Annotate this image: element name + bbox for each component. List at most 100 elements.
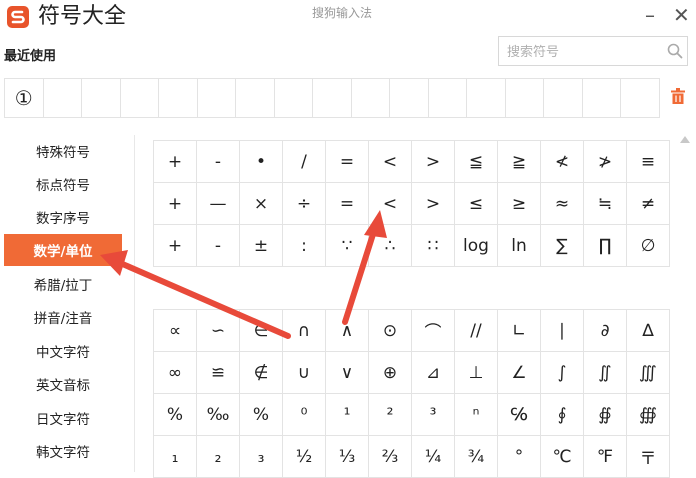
symbol-cell[interactable]: =: [325, 182, 369, 225]
symbol-cell[interactable]: ⌒: [411, 309, 455, 352]
sidebar-item-punctuation[interactable]: 标点符号: [4, 168, 122, 200]
sidebar-item-korean-chars[interactable]: 韩文字符: [4, 435, 122, 467]
search-box[interactable]: [498, 36, 688, 66]
symbol-cell[interactable]: ≥: [497, 182, 541, 225]
symbol-cell[interactable]: ⁿ: [454, 393, 498, 436]
symbol-cell[interactable]: ∪: [282, 351, 326, 394]
recent-symbol-cell[interactable]: [621, 79, 660, 117]
symbol-cell[interactable]: ×: [239, 182, 283, 225]
symbol-cell[interactable]: ∮: [540, 393, 584, 436]
symbol-cell[interactable]: 〒: [626, 435, 670, 478]
symbol-cell[interactable]: °: [497, 435, 541, 478]
close-button[interactable]: ✕: [673, 4, 690, 26]
symbol-cell[interactable]: ⅓: [325, 435, 369, 478]
recent-symbol-cell[interactable]: [544, 79, 583, 117]
symbol-cell[interactable]: ∯: [583, 393, 627, 436]
symbol-cell[interactable]: ∨: [325, 351, 369, 394]
recent-symbol-cell[interactable]: [275, 79, 313, 117]
symbol-cell[interactable]: ≡: [626, 140, 670, 183]
symbol-cell[interactable]: ²: [368, 393, 412, 436]
symbol-cell[interactable]: ∏: [583, 224, 627, 267]
symbol-cell[interactable]: +: [153, 140, 197, 183]
symbol-cell[interactable]: ⊥: [454, 351, 498, 394]
recent-symbol-cell[interactable]: [506, 79, 544, 117]
symbol-cell[interactable]: ℉: [583, 435, 627, 478]
symbol-cell[interactable]: <: [368, 140, 412, 183]
recent-symbol-cell[interactable]: [352, 79, 390, 117]
symbol-cell[interactable]: >: [411, 182, 455, 225]
sidebar-item-math-units[interactable]: 数学/单位: [4, 234, 122, 266]
recent-symbol-cell[interactable]: [82, 79, 121, 117]
search-icon[interactable]: [667, 43, 683, 59]
symbol-cell[interactable]: ≯: [583, 140, 627, 183]
symbol-cell[interactable]: ⁰: [282, 393, 326, 436]
recent-symbol-cell[interactable]: [429, 79, 467, 117]
sidebar-item-english-phonetics[interactable]: 英文音标: [4, 368, 122, 400]
symbol-cell[interactable]: /: [282, 140, 326, 183]
symbol-cell[interactable]: ∰: [626, 393, 670, 436]
minimize-button[interactable]: –: [645, 4, 655, 26]
symbol-cell[interactable]: -: [196, 224, 240, 267]
symbol-cell[interactable]: %: [239, 393, 283, 436]
symbol-cell[interactable]: ∴: [368, 224, 412, 267]
symbol-cell[interactable]: ÷: [282, 182, 326, 225]
recent-symbol-cell[interactable]: ①: [5, 79, 44, 117]
symbol-cell[interactable]: ∟: [497, 309, 541, 352]
symbol-cell[interactable]: ℃: [540, 435, 584, 478]
sidebar-item-japanese-chars[interactable]: 日文字符: [4, 402, 122, 434]
recent-symbol-cell[interactable]: [583, 79, 621, 117]
symbol-cell[interactable]: ∅: [626, 224, 670, 267]
symbol-cell[interactable]: ⊕: [368, 351, 412, 394]
symbol-cell[interactable]: ≠: [626, 182, 670, 225]
symbol-cell[interactable]: ≧: [497, 140, 541, 183]
trash-icon[interactable]: [671, 88, 685, 104]
symbol-cell[interactable]: ½: [282, 435, 326, 478]
sidebar-item-greek-latin[interactable]: 希腊/拉丁: [4, 268, 122, 300]
symbol-cell[interactable]: ≌: [196, 351, 240, 394]
recent-symbol-cell[interactable]: [121, 79, 159, 117]
recent-symbol-cell[interactable]: [198, 79, 236, 117]
symbol-cell[interactable]: ₃: [239, 435, 283, 478]
symbol-cell[interactable]: ℅: [497, 393, 541, 436]
symbol-cell[interactable]: •: [239, 140, 283, 183]
symbol-cell[interactable]: ∆: [626, 309, 670, 352]
symbol-cell[interactable]: ±: [239, 224, 283, 267]
symbol-cell[interactable]: ∭: [626, 351, 670, 394]
symbol-cell[interactable]: >: [411, 140, 455, 183]
symbol-cell[interactable]: ∑: [540, 224, 584, 267]
symbol-cell[interactable]: ∉: [239, 351, 283, 394]
recent-symbol-cell[interactable]: [236, 79, 275, 117]
symbol-cell[interactable]: ‰: [196, 393, 240, 436]
symbol-cell[interactable]: ∽: [196, 309, 240, 352]
symbol-cell[interactable]: +: [153, 224, 197, 267]
symbol-cell[interactable]: ∈: [239, 309, 283, 352]
symbol-cell[interactable]: ¼: [411, 435, 455, 478]
symbol-cell[interactable]: ∣: [540, 309, 584, 352]
symbol-cell[interactable]: log: [454, 224, 498, 267]
symbol-cell[interactable]: ∞: [153, 351, 197, 394]
symbol-cell[interactable]: ₂: [196, 435, 240, 478]
symbol-cell[interactable]: ln: [497, 224, 541, 267]
symbol-cell[interactable]: ≮: [540, 140, 584, 183]
symbol-cell[interactable]: :: [282, 224, 326, 267]
symbol-cell[interactable]: ₁: [153, 435, 197, 478]
symbol-cell[interactable]: ∬: [583, 351, 627, 394]
symbol-cell[interactable]: ∝: [153, 309, 197, 352]
sidebar-item-special-symbols[interactable]: 特殊符号: [4, 135, 122, 167]
symbol-cell[interactable]: ≈: [540, 182, 584, 225]
symbol-cell[interactable]: ¾: [454, 435, 498, 478]
symbol-cell[interactable]: +: [153, 182, 197, 225]
symbol-cell[interactable]: //: [454, 309, 498, 352]
recent-symbol-cell[interactable]: [390, 79, 429, 117]
scroll-up-icon[interactable]: [680, 135, 690, 143]
symbol-cell[interactable]: ∫: [540, 351, 584, 394]
symbol-cell[interactable]: ³: [411, 393, 455, 436]
search-input[interactable]: [505, 42, 659, 62]
sidebar-item-pinyin-zhuyin[interactable]: 拼音/注音: [4, 301, 122, 333]
recent-symbol-cell[interactable]: [313, 79, 352, 117]
symbol-cell[interactable]: %: [153, 393, 197, 436]
symbol-cell[interactable]: ∩: [282, 309, 326, 352]
symbol-cell[interactable]: ¹: [325, 393, 369, 436]
symbol-cell[interactable]: -: [196, 140, 240, 183]
symbol-cell[interactable]: ∧: [325, 309, 369, 352]
